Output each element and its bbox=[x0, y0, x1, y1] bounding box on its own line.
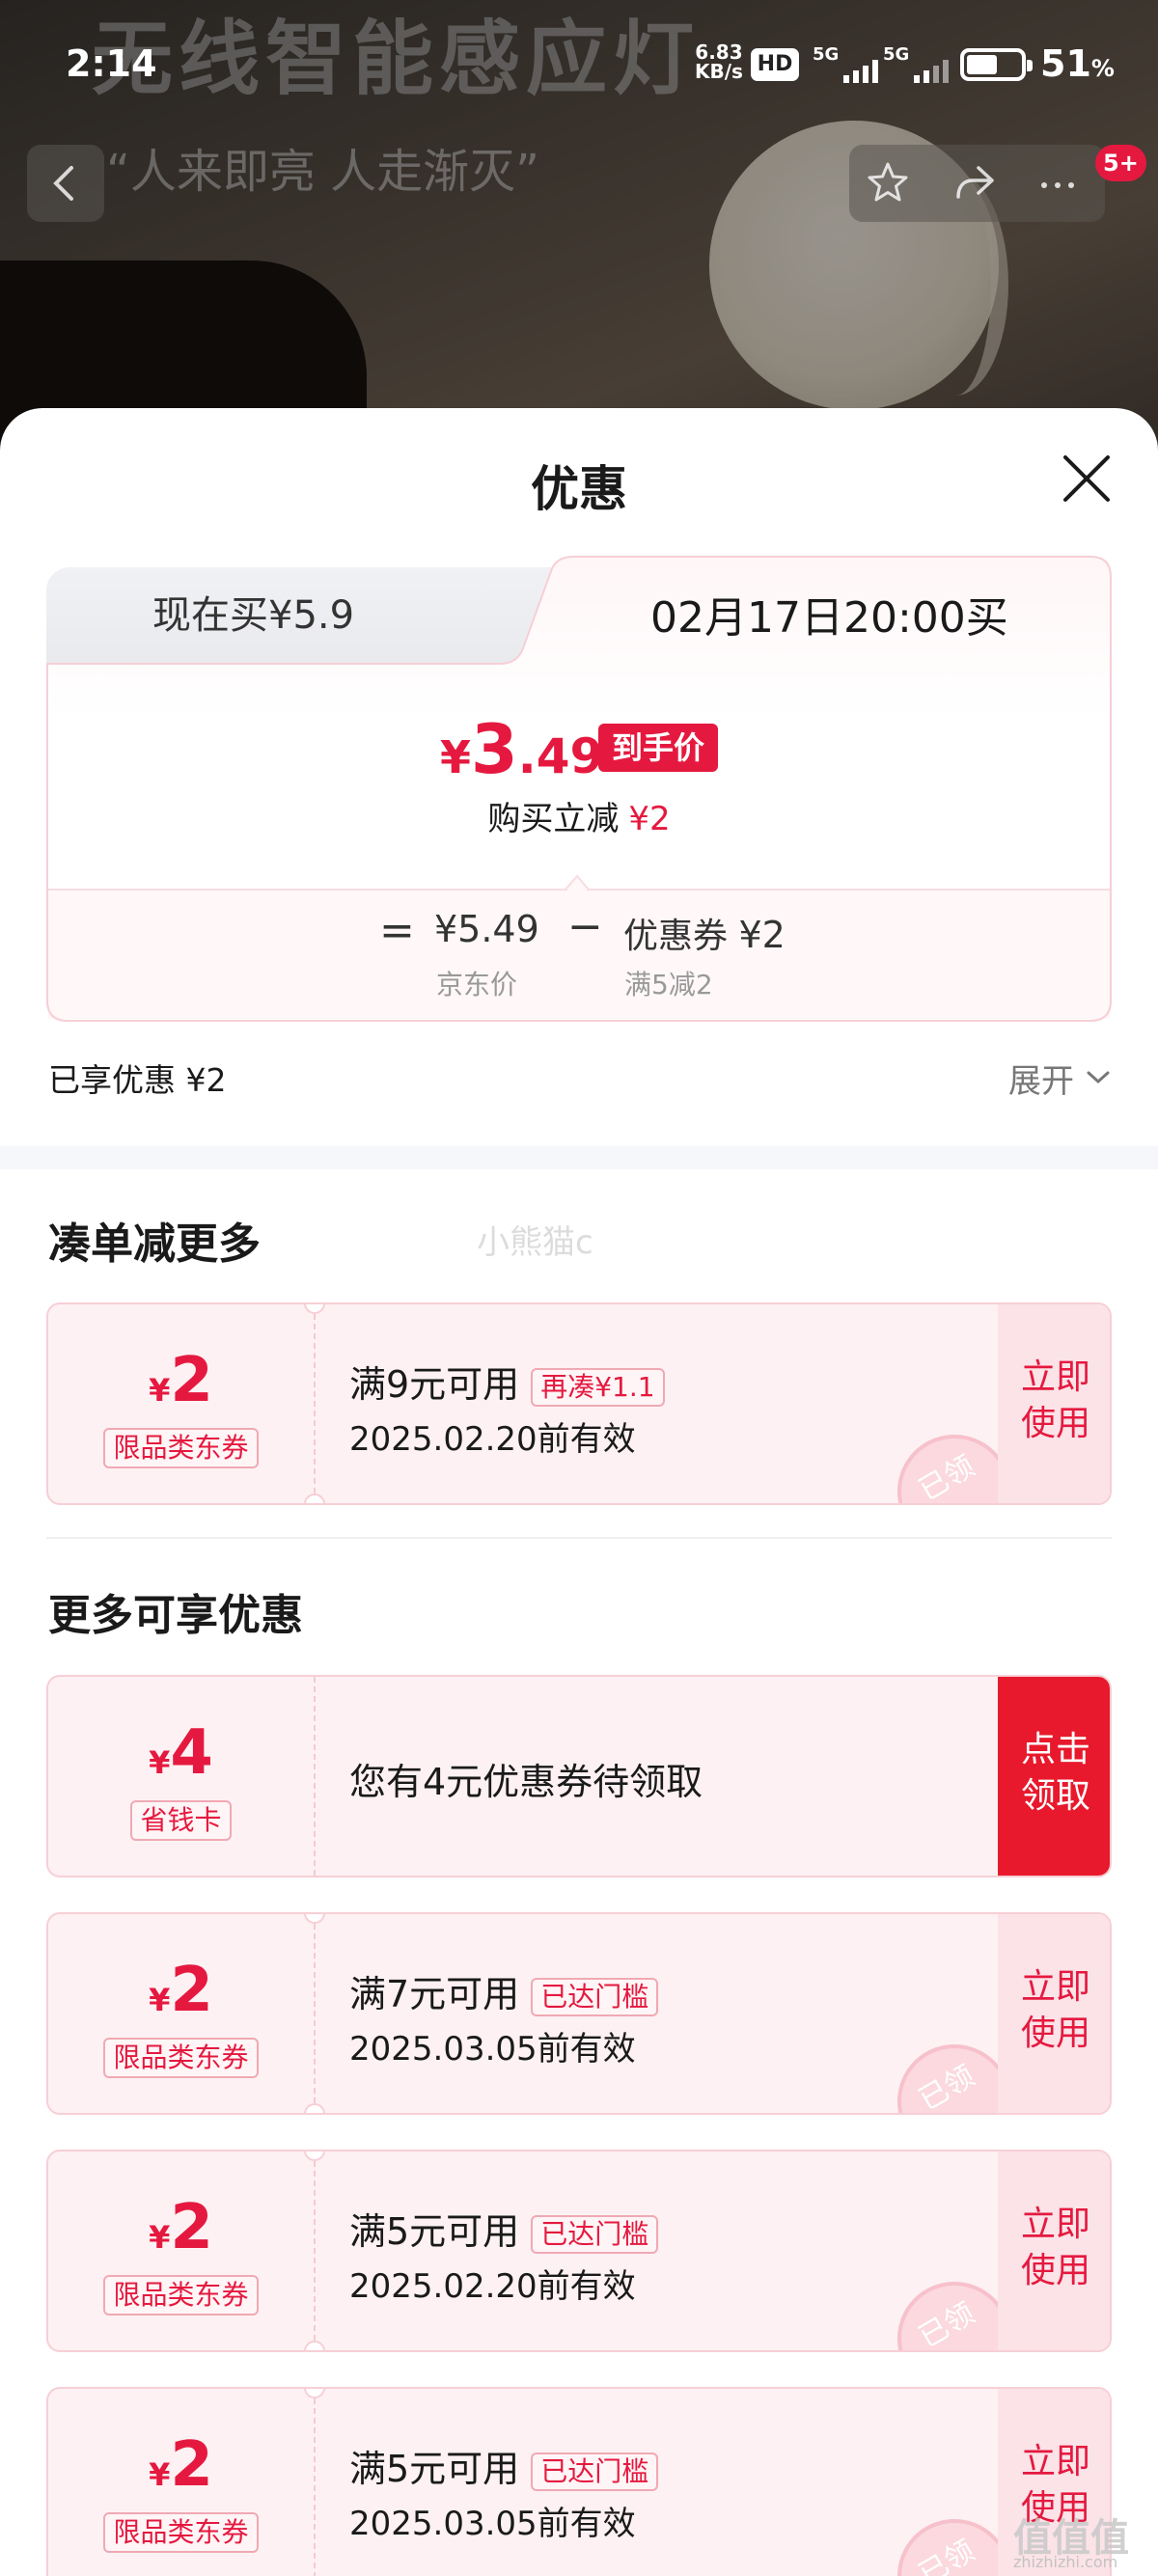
site-watermark-url: zhizhizhi.com bbox=[1013, 2553, 1118, 2571]
coupon-amount: ¥2 bbox=[149, 1955, 213, 2026]
sheet-title: 优惠 bbox=[531, 461, 627, 517]
network-speed-unit: KB/s bbox=[695, 60, 743, 83]
section-title-bundle: 凑单减更多 bbox=[48, 1219, 261, 1269]
use-now-button[interactable]: 立即 使用 bbox=[998, 2151, 1110, 2350]
hd-icon: HD bbox=[751, 48, 799, 81]
coupon-card: ¥2 限品类东券 满7元可用 已达门槛 2025.03.05前有效 已领 立即 使用 bbox=[46, 1912, 1112, 2115]
instant-discount: 购买立减 ¥2 bbox=[487, 800, 671, 838]
network-speed: 6.83 KB/s bbox=[695, 42, 743, 81]
close-button[interactable] bbox=[1060, 452, 1114, 506]
coupon-card: ¥2 限品类东券 满9元可用 再凑¥1.1 2025.02.20前有效 已领 立即… bbox=[46, 1302, 1112, 1505]
more-icon[interactable] bbox=[1033, 158, 1083, 208]
jd-price-label: 京东价 bbox=[436, 969, 518, 1000]
favorite-star-icon[interactable] bbox=[863, 158, 913, 208]
coupon-value-block: ¥2 限品类东券 bbox=[48, 2151, 314, 2350]
coupon-expiry: 2025.03.05前有效 bbox=[349, 2505, 636, 2543]
coupon-status-tag: 已达门槛 bbox=[531, 2214, 659, 2254]
coupon-value-block: ¥2 限品类东券 bbox=[48, 2389, 314, 2576]
battery-fill bbox=[967, 55, 997, 74]
price-comparison-card: 现在买¥5.9 02月17日20:00买 ¥3.49 到手价 购买立减 ¥2 =… bbox=[46, 556, 1112, 1022]
coupon-condition: 满5元可用 已达门槛 bbox=[349, 2439, 659, 2492]
coupon-condition: 满9元可用 再凑¥1.1 bbox=[349, 1355, 665, 1408]
final-price-tag: 到手价 bbox=[598, 724, 719, 772]
formula-minus: − bbox=[567, 902, 603, 951]
coupon-status-tag: 再凑¥1.1 bbox=[531, 1367, 665, 1407]
coupon-type-tag: 限品类东券 bbox=[103, 2275, 259, 2316]
clock: 2:14 bbox=[66, 42, 157, 85]
coupon-condition: 满5元可用 已达门槛 bbox=[349, 2202, 659, 2255]
battery-percent: 51% bbox=[1040, 42, 1115, 85]
coupon-expiry: 2025.03.05前有效 bbox=[349, 2030, 636, 2069]
chevron-left-icon bbox=[53, 166, 73, 201]
coupon-amount: ¥2 bbox=[149, 2429, 213, 2501]
coupon-amount: ¥4 bbox=[149, 1717, 213, 1789]
coupon-value-block: ¥2 限品类东券 bbox=[48, 1914, 314, 2113]
coupon-type-tag: 限品类东券 bbox=[103, 1428, 259, 1468]
coupon-deduction: 优惠券 ¥2 bbox=[623, 914, 786, 956]
battery-icon bbox=[960, 48, 1033, 81]
signal-icon-sim1: 5G bbox=[813, 44, 890, 83]
coupon-type-tag: 省钱卡 bbox=[130, 1800, 232, 1841]
tab-later-label: 02月17日20:00买 bbox=[650, 593, 1008, 643]
coupon-rule: 满5减2 bbox=[624, 969, 713, 1000]
signal-icon-sim2: 5G bbox=[883, 44, 960, 83]
expand-button[interactable]: 展开 bbox=[1008, 1055, 1110, 1102]
user-watermark: 小熊猫c bbox=[477, 1223, 593, 1262]
coupon-value-block: ¥4 省钱卡 bbox=[48, 1677, 314, 1876]
discount-sheet: 优惠 现在买¥5.9 02月17日20:00买 ¥3.49 到手价 购买立减 ¥… bbox=[0, 408, 1158, 2576]
coupon-expiry: 2025.02.20前有效 bbox=[349, 1420, 636, 1459]
coupon-type-tag: 限品类东券 bbox=[103, 2512, 259, 2553]
use-now-button[interactable]: 立即 使用 bbox=[998, 1914, 1110, 2113]
coupon-type-tag: 限品类东券 bbox=[103, 2038, 259, 2078]
savings-card: ¥4 省钱卡 您有4元优惠券待领取 点击 领取 bbox=[46, 1675, 1112, 1877]
message-badge: 5+ bbox=[1095, 145, 1146, 181]
coupon-value-block: ¥2 限品类东券 bbox=[48, 1304, 314, 1503]
status-bar: 2:14 6.83 KB/s HD 5G 5G 51% bbox=[0, 0, 1158, 125]
close-icon bbox=[1063, 455, 1110, 502]
coupon-card: ¥2 限品类东券 满5元可用 已达门槛 2025.03.05前有效 已领 立即 使用 bbox=[46, 2387, 1112, 2576]
coupon-status-tag: 已达门槛 bbox=[531, 2452, 659, 2491]
pending-coupon-message: 您有4元优惠券待领取 bbox=[349, 1761, 703, 1803]
coupon-amount: ¥2 bbox=[149, 2192, 213, 2263]
back-button[interactable] bbox=[27, 145, 104, 222]
network-speed-value: 6.83 bbox=[695, 41, 743, 64]
coupon-card: ¥2 限品类东券 满5元可用 已达门槛 2025.02.20前有效 已领 立即 使用 bbox=[46, 2150, 1112, 2352]
enjoyed-discount: 已享优惠 ¥2 bbox=[48, 1061, 227, 1099]
section-title-more: 更多可享优惠 bbox=[48, 1591, 303, 1640]
share-icon[interactable] bbox=[950, 158, 1000, 208]
chevron-down-icon bbox=[1087, 1071, 1110, 1084]
price-formula: = ¥5.49 京东价 − 优惠券 ¥2 满5减2 bbox=[46, 889, 1112, 1022]
claim-button[interactable]: 点击 领取 bbox=[998, 1677, 1110, 1876]
expand-label: 展开 bbox=[1008, 1062, 1074, 1101]
jd-price: ¥5.49 bbox=[434, 908, 539, 950]
top-action-group bbox=[849, 145, 1105, 222]
formula-equals: = bbox=[379, 906, 415, 955]
coupon-status-tag: 已达门槛 bbox=[531, 1977, 659, 2016]
final-price: ¥3.49 bbox=[440, 710, 604, 789]
coupon-expiry: 2025.02.20前有效 bbox=[349, 2267, 636, 2306]
use-now-button[interactable]: 立即 使用 bbox=[998, 1304, 1110, 1503]
section-separator bbox=[46, 1537, 1112, 1539]
section-divider bbox=[0, 1146, 1158, 1169]
coupon-condition: 满7元可用 已达门槛 bbox=[349, 1964, 659, 2017]
coupon-amount: ¥2 bbox=[149, 1345, 213, 1416]
